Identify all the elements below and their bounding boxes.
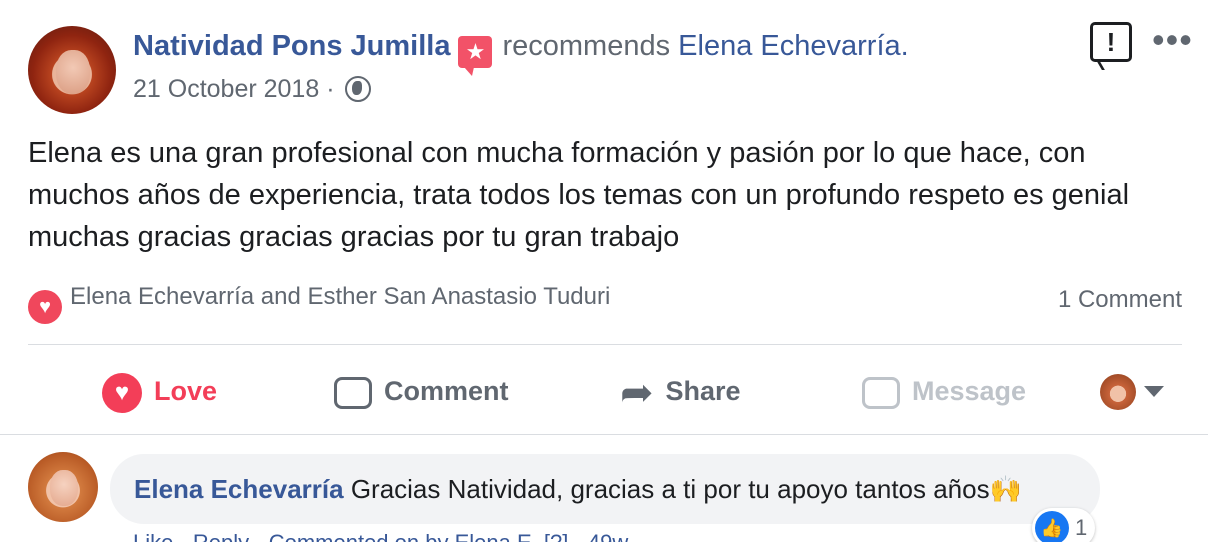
author-name-link[interactable]: Natividad Pons Jumilla: [133, 30, 450, 62]
post-meta: 21 October 2018 ·: [133, 75, 372, 104]
comment-actions[interactable]: Like · Reply · Commented on by Elena E. …: [133, 530, 628, 542]
comment-label: Comment: [384, 376, 509, 406]
comment-bubble: Elena Echevarría Gracias Natividad, grac…: [110, 454, 1100, 524]
thumbs-up-icon: 👍: [1035, 511, 1069, 542]
post-header: Natividad Pons Jumilla ★ recommends Elena …: [133, 30, 909, 76]
divider: [0, 434, 1208, 435]
speech-bubble-icon: [334, 376, 372, 409]
comment-text: Gracias Natividad, gracias a ti por tu a…: [350, 474, 1022, 504]
recommends-label: recommends: [502, 30, 671, 62]
comment-count-link[interactable]: 1 Comment: [1058, 286, 1182, 314]
comment-button[interactable]: Comment: [334, 368, 509, 414]
post-date[interactable]: 21 October 2018: [133, 75, 319, 103]
commenter-avatar[interactable]: [28, 452, 98, 522]
report-button[interactable]: !: [1090, 22, 1132, 62]
message-label: Message: [912, 376, 1027, 406]
share-arrow-icon: ➦: [620, 370, 654, 415]
author-avatar[interactable]: [28, 26, 116, 114]
chevron-down-icon[interactable]: [1144, 386, 1164, 397]
heart-icon: ♥: [102, 372, 142, 413]
like-count: 1: [1075, 515, 1088, 540]
star-badge-icon: ★: [458, 36, 493, 76]
share-label: Share: [665, 376, 741, 406]
recommended-page-link[interactable]: Elena Echevarría.: [678, 30, 909, 62]
heart-icon: ♥: [28, 290, 62, 324]
more-options-button[interactable]: •••: [1152, 22, 1193, 58]
viewer-avatar[interactable]: [1100, 374, 1136, 410]
share-button[interactable]: ➦ Share: [620, 368, 741, 414]
messenger-icon: [862, 376, 900, 409]
recommendation-post: Natividad Pons Jumilla ★ recommends Elena …: [0, 0, 1208, 542]
globe-icon[interactable]: [345, 76, 372, 102]
meta-separator: ·: [326, 75, 335, 103]
post-body: Elena es una gran profesional con mucha …: [28, 137, 1130, 253]
reactions-summary[interactable]: ♥ Elena Echevarría and Esther San Anastas…: [28, 283, 610, 324]
message-button[interactable]: Message: [862, 368, 1026, 414]
love-button[interactable]: ♥ Love: [102, 368, 217, 414]
reactors-names[interactable]: Elena Echevarría and Esther San Anastasi…: [70, 283, 610, 310]
love-label: Love: [154, 376, 218, 406]
comment-like-count[interactable]: 👍 1: [1032, 508, 1096, 542]
divider: [28, 344, 1182, 345]
commenter-name-link[interactable]: Elena Echevarría: [134, 474, 344, 504]
